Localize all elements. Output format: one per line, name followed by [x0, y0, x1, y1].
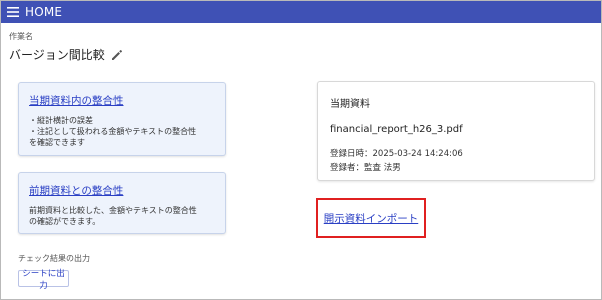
description-line: を確認できます — [29, 138, 85, 147]
registered-by: 登録者：監査 法男 — [330, 163, 401, 173]
task-name: バージョン間比較 — [9, 46, 123, 63]
check-card-description: 前期資料と比較した、金額やテキストの整合性 の確認ができます。 — [29, 205, 215, 227]
export-sheet-button[interactable]: シートに出力 — [18, 269, 69, 291]
import-disclosure-link[interactable]: 開示資料インポート — [324, 211, 419, 226]
app-title[interactable]: HOME — [25, 5, 62, 19]
hamburger-menu-icon[interactable] — [5, 1, 21, 23]
pencil-icon[interactable] — [111, 49, 123, 61]
check-card-title-link[interactable]: 当期資料内の整合性 — [29, 93, 215, 108]
output-section-label: チェック結果の出力 — [18, 254, 90, 263]
task-name-label: 作業名 — [9, 32, 33, 41]
document-meta: 登録日時：2025-03-24 14:24:06 登録者：監査 法男 — [330, 147, 582, 175]
current-document-panel: 当期資料 financial_report_h26_3.pdf 登録日時：202… — [317, 81, 595, 181]
panel-heading: 当期資料 — [330, 99, 370, 110]
description-line: ・注記として扱われる金額やテキストの整合性 — [29, 127, 197, 136]
description-line: の確認ができます。 — [29, 217, 101, 226]
import-link-highlight: 開示資料インポート — [316, 198, 426, 238]
document-filename: financial_report_h26_3.pdf — [330, 124, 463, 135]
check-card-description: ・縦計横計の誤差 ・注記として扱われる金額やテキストの整合性 を確認できます — [29, 115, 215, 148]
task-name-text: バージョン間比較 — [9, 48, 105, 62]
check-card-previous[interactable]: 前期資料との整合性 前期資料と比較した、金額やテキストの整合性 の確認ができます… — [18, 172, 226, 234]
top-app-bar: HOME — [1, 1, 601, 23]
check-card-title-link[interactable]: 前期資料との整合性 — [29, 183, 215, 198]
registered-at: 登録日時：2025-03-24 14:24:06 — [330, 149, 463, 159]
description-line: 前期資料と比較した、金額やテキストの整合性 — [29, 206, 197, 215]
description-line: ・縦計横計の誤差 — [29, 116, 93, 125]
check-card-current[interactable]: 当期資料内の整合性 ・縦計横計の誤差 ・注記として扱われる金額やテキストの整合性… — [18, 82, 226, 156]
